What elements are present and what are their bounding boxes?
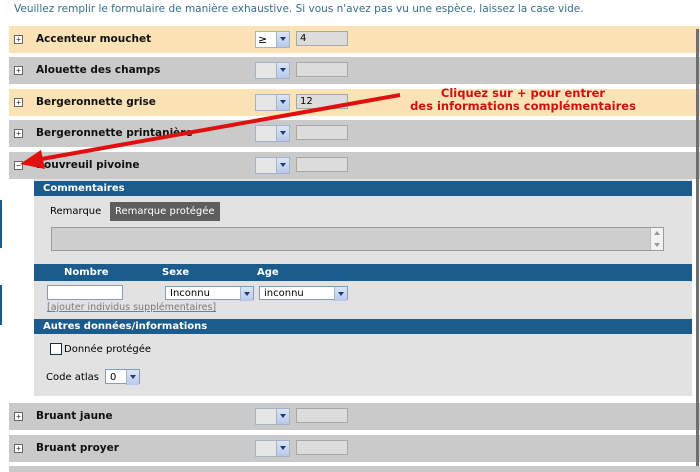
species-row: + Bruant jaune bbox=[9, 403, 700, 430]
count-input[interactable] bbox=[296, 440, 348, 455]
species-row-partial bbox=[9, 466, 700, 472]
detail-panel: Commentaires Remarque Remarque protégée … bbox=[34, 179, 692, 396]
operator-select[interactable] bbox=[255, 408, 290, 425]
column-age: Age bbox=[257, 267, 279, 278]
age-select[interactable]: inconnu bbox=[259, 286, 348, 301]
atlas-code-select[interactable]: 0 bbox=[105, 369, 140, 385]
age-value: inconnu bbox=[264, 288, 304, 299]
atlas-code-label: Code atlas bbox=[46, 372, 99, 383]
scroll-down-icon[interactable] bbox=[654, 243, 660, 247]
chevron-down-icon[interactable] bbox=[240, 287, 253, 301]
annotation-line-2: des informations complémentaires bbox=[410, 99, 636, 113]
species-name: Accenteur mouchet bbox=[36, 33, 152, 45]
species-name: Alouette des champs bbox=[36, 64, 161, 76]
left-edge-bar bbox=[0, 285, 2, 325]
expand-icon[interactable]: + bbox=[14, 35, 23, 44]
atlas-code-value: 0 bbox=[110, 372, 117, 383]
protected-label: Donnée protégée bbox=[64, 344, 152, 355]
count-input[interactable]: 12 bbox=[296, 94, 348, 109]
species-row: + Bergeronnette printanière bbox=[9, 120, 700, 147]
add-individuals-link[interactable]: [ajouter individus supplémentaires] bbox=[47, 302, 216, 313]
scroll-up-icon[interactable] bbox=[654, 231, 660, 235]
operator-select[interactable] bbox=[255, 125, 290, 142]
nombre-input[interactable] bbox=[47, 285, 123, 300]
species-row: + Accenteur mouchet ≥ 4 bbox=[9, 26, 700, 53]
operator-select[interactable]: ≥ bbox=[255, 31, 290, 48]
annotation-text: Cliquez sur + pour entrer des informatio… bbox=[403, 87, 643, 113]
expand-icon[interactable]: + bbox=[14, 412, 23, 421]
operator-select[interactable] bbox=[255, 94, 290, 111]
count-input[interactable] bbox=[296, 408, 348, 423]
operator-select[interactable] bbox=[255, 62, 290, 79]
scrollbar[interactable] bbox=[650, 228, 663, 250]
species-name: Bergeronnette printanière bbox=[36, 127, 193, 139]
species-row: + Bruant proyer bbox=[9, 435, 700, 462]
collapse-icon[interactable]: − bbox=[14, 161, 23, 170]
count-input[interactable] bbox=[296, 62, 348, 77]
chevron-down-icon[interactable] bbox=[276, 63, 289, 78]
count-input[interactable] bbox=[296, 157, 348, 172]
chevron-down-icon[interactable] bbox=[276, 409, 289, 424]
operator-select[interactable] bbox=[255, 440, 290, 457]
chevron-down-icon[interactable] bbox=[276, 126, 289, 141]
chevron-down-icon[interactable] bbox=[276, 158, 289, 173]
chevron-down-icon[interactable] bbox=[334, 287, 347, 301]
remark-textarea[interactable] bbox=[51, 227, 664, 251]
tab-remarque[interactable]: Remarque bbox=[45, 202, 107, 221]
chevron-down-icon[interactable] bbox=[276, 32, 289, 47]
intro-text: Veuillez remplir le formulaire de manièr… bbox=[14, 3, 584, 15]
species-name: Bouvreuil pivoine bbox=[36, 159, 140, 171]
species-name: Bruant proyer bbox=[36, 442, 119, 454]
species-row-expanded: − Bouvreuil pivoine bbox=[9, 152, 700, 179]
expand-icon[interactable]: + bbox=[14, 66, 23, 75]
column-nombre: Nombre bbox=[64, 267, 109, 278]
right-border bbox=[696, 29, 699, 466]
protected-checkbox[interactable] bbox=[50, 343, 62, 355]
tab-remarque-protegee[interactable]: Remarque protégée bbox=[110, 202, 220, 221]
expand-icon[interactable]: + bbox=[14, 129, 23, 138]
chevron-down-icon[interactable] bbox=[126, 370, 139, 385]
sexe-select[interactable]: Inconnu bbox=[165, 286, 254, 301]
sexe-value: Inconnu bbox=[170, 288, 210, 299]
chevron-down-icon[interactable] bbox=[276, 95, 289, 110]
count-input[interactable] bbox=[296, 125, 348, 140]
expand-icon[interactable]: + bbox=[14, 98, 23, 107]
count-input[interactable]: 4 bbox=[296, 31, 348, 46]
individuals-header-band bbox=[34, 264, 692, 281]
column-sexe: Sexe bbox=[162, 267, 190, 278]
other-data-header: Autres données/informations bbox=[34, 319, 692, 334]
species-name: Bruant jaune bbox=[36, 410, 113, 422]
operator-select[interactable] bbox=[255, 157, 290, 174]
species-name: Bergeronnette grise bbox=[36, 96, 156, 108]
expand-icon[interactable]: + bbox=[14, 444, 23, 453]
comments-header: Commentaires bbox=[34, 181, 692, 196]
left-edge-bar bbox=[0, 200, 2, 248]
chevron-down-icon[interactable] bbox=[276, 441, 289, 456]
operator-value: ≥ bbox=[258, 33, 268, 46]
species-row: + Alouette des champs bbox=[9, 57, 700, 84]
